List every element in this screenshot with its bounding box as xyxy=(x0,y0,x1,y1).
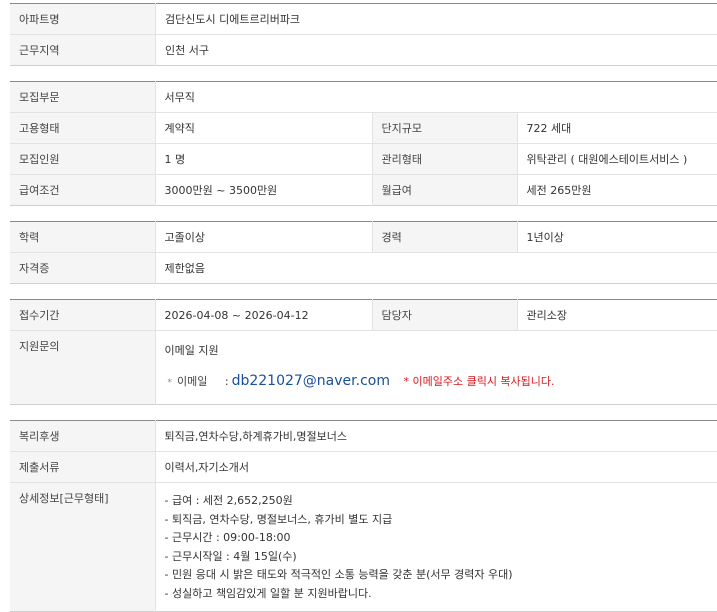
region-label: 근무지역 xyxy=(10,35,156,66)
detail-label: 상세정보[근무형태] xyxy=(10,483,155,612)
complex-size-label: 단지규모 xyxy=(372,113,517,144)
table-row: 접수기간 2026-04-08 ~ 2026-04-12 담당자 관리소장 xyxy=(10,300,717,331)
certificate-value: 제한없음 xyxy=(155,253,717,284)
table-row: 복리후생 퇴직금,연차수당,하계휴가비,명절보너스 xyxy=(10,421,717,452)
education-label: 학력 xyxy=(10,222,155,253)
table-row: 상세정보[근무형태] - 급여 : 세전 2,652,250원 - 퇴직금, 연… xyxy=(10,483,717,612)
manage-type-value: 위탁관리 ( 대원에스테이트서비스 ) xyxy=(517,144,717,175)
copy-notice: * 이메일주소 클릭시 복사됩니다. xyxy=(403,375,554,388)
documents-value: 이력서,자기소개서 xyxy=(155,452,717,483)
detail-line: - 급여 : 세전 2,652,250원 xyxy=(165,492,709,511)
dept-label: 모집부문 xyxy=(10,82,155,113)
career-label: 경력 xyxy=(372,222,517,253)
apt-name-label: 아파트명 xyxy=(10,4,156,35)
email-link[interactable]: db221027@naver.com xyxy=(232,373,390,389)
detail-line: - 퇴직금, 연차수당, 명절보너스, 휴가비 별도 지급 xyxy=(165,511,709,530)
monthly-pay-label: 월급여 xyxy=(372,175,517,206)
email-line: * 이메일 :db221027@naver.com * 이메일주소 클릭시 복사됩… xyxy=(165,372,709,392)
email-label: 이메일 xyxy=(177,375,207,388)
certificate-label: 자격증 xyxy=(10,253,155,284)
email-colon: : xyxy=(225,375,229,388)
basic-info-table: 아파트명 검단신도시 디에트르리버파크 근무지역 인천 서구 xyxy=(10,3,717,66)
table-row: 자격증 제한없음 xyxy=(10,253,717,284)
headcount-label: 모집인원 xyxy=(10,144,155,175)
career-value: 1년이상 xyxy=(517,222,717,253)
table-row: 지원문의 이메일 지원 * 이메일 :db221027@naver.com * 이… xyxy=(10,331,717,405)
apply-table: 접수기간 2026-04-08 ~ 2026-04-12 담당자 관리소장 지원… xyxy=(10,299,717,405)
manager-value: 관리소장 xyxy=(517,300,717,331)
table-row: 아파트명 검단신도시 디에트르리버파크 xyxy=(10,4,717,35)
table-row: 제출서류 이력서,자기소개서 xyxy=(10,452,717,483)
manage-type-label: 관리형태 xyxy=(372,144,517,175)
qualification-table: 학력 고졸이상 경력 1년이상 자격증 제한없음 xyxy=(10,221,717,284)
region-value: 인천 서구 xyxy=(156,35,717,66)
employ-type-label: 고용형태 xyxy=(10,113,155,144)
welfare-value: 퇴직금,연차수당,하계휴가비,명절보너스 xyxy=(155,421,717,452)
apply-method: 이메일 지원 xyxy=(165,343,709,359)
detail-line: - 근무시간 : 09:00-18:00 xyxy=(165,529,709,548)
documents-label: 제출서류 xyxy=(10,452,155,483)
period-label: 접수기간 xyxy=(10,300,155,331)
table-row: 근무지역 인천 서구 xyxy=(10,35,717,66)
detail-line: - 성실하고 책임감있게 일할 분 지원바랍니다. xyxy=(165,585,709,604)
bullet-icon: * xyxy=(168,378,173,388)
monthly-pay-value: 세전 265만원 xyxy=(517,175,717,206)
manager-label: 담당자 xyxy=(372,300,517,331)
inquiry-value: 이메일 지원 * 이메일 :db221027@naver.com * 이메일주소 … xyxy=(155,331,717,405)
job-posting: 아파트명 검단신도시 디에트르리버파크 근무지역 인천 서구 모집부문 서무직 … xyxy=(0,0,717,612)
employ-type-value: 계약직 xyxy=(155,113,372,144)
recruit-info-table: 모집부문 서무직 고용형태 계약직 단지규모 722 세대 모집인원 1 명 관… xyxy=(10,81,717,206)
salary-label: 급여조건 xyxy=(10,175,155,206)
table-row: 고용형태 계약직 단지규모 722 세대 xyxy=(10,113,717,144)
table-row: 모집부문 서무직 xyxy=(10,82,717,113)
inquiry-label: 지원문의 xyxy=(10,331,155,405)
dept-value: 서무직 xyxy=(155,82,717,113)
salary-value: 3000만원 ~ 3500만원 xyxy=(155,175,372,206)
table-row: 학력 고졸이상 경력 1년이상 xyxy=(10,222,717,253)
extra-info-table: 복리후생 퇴직금,연차수당,하계휴가비,명절보너스 제출서류 이력서,자기소개서… xyxy=(10,420,717,612)
table-row: 급여조건 3000만원 ~ 3500만원 월급여 세전 265만원 xyxy=(10,175,717,206)
headcount-value: 1 명 xyxy=(155,144,372,175)
apt-name-value: 검단신도시 디에트르리버파크 xyxy=(156,4,717,35)
complex-size-value: 722 세대 xyxy=(517,113,717,144)
welfare-label: 복리후생 xyxy=(10,421,155,452)
detail-value: - 급여 : 세전 2,652,250원 - 퇴직금, 연차수당, 명절보너스,… xyxy=(155,483,717,612)
detail-line: - 민원 응대 시 밝은 태도와 적극적인 소통 능력을 갖춘 분(서무 경력자… xyxy=(165,566,709,585)
education-value: 고졸이상 xyxy=(155,222,372,253)
detail-line: - 근무시작일 : 4월 15일(수) xyxy=(165,548,709,567)
table-row: 모집인원 1 명 관리형태 위탁관리 ( 대원에스테이트서비스 ) xyxy=(10,144,717,175)
period-value: 2026-04-08 ~ 2026-04-12 xyxy=(155,300,372,331)
